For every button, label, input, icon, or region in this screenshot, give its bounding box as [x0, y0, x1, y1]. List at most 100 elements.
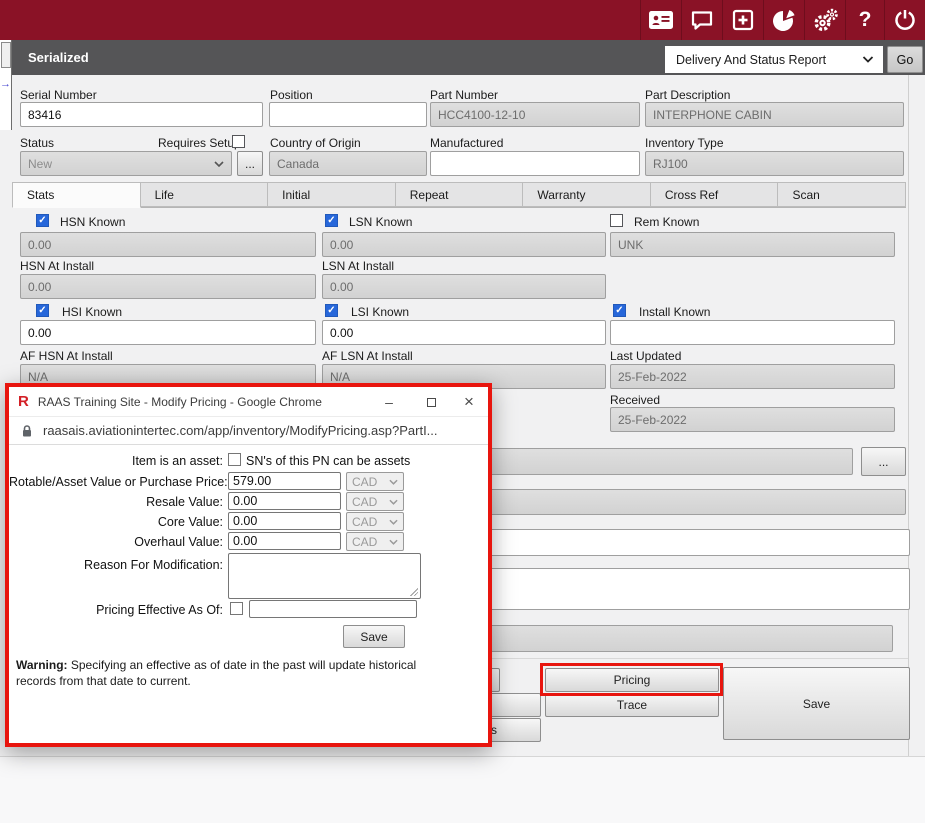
- rem-known-checkbox[interactable]: [610, 214, 623, 227]
- go-button[interactable]: Go: [887, 46, 923, 73]
- asset-label: Item is an asset:: [9, 454, 223, 468]
- lower-lookup-label: ...: [878, 455, 888, 469]
- report-dropdown[interactable]: Delivery And Status Report: [665, 46, 883, 73]
- effective-date-input[interactable]: [249, 600, 417, 618]
- install-known-checkbox[interactable]: ✓: [613, 304, 626, 317]
- asset-checkbox[interactable]: [228, 453, 241, 466]
- lsn-at-install-input: [322, 274, 606, 299]
- help-glyph: ?: [859, 8, 872, 32]
- overhaul-label: Overhaul Value:: [9, 535, 223, 549]
- tab-repeat[interactable]: Repeat: [396, 182, 524, 207]
- lock-icon: [21, 424, 33, 438]
- resale-currency-select: CAD: [346, 492, 404, 511]
- status-lookup-button[interactable]: ...: [237, 151, 263, 176]
- settings-gears-icon[interactable]: [804, 0, 845, 40]
- tab-warranty[interactable]: Warranty: [523, 182, 651, 207]
- pricing-button[interactable]: Pricing: [545, 668, 719, 692]
- effective-label: Pricing Effective As Of:: [9, 603, 223, 617]
- inventory-type-input: [645, 151, 904, 176]
- serial-number-input[interactable]: [20, 102, 263, 127]
- tab-stats[interactable]: Stats: [12, 182, 141, 208]
- overhaul-input[interactable]: [228, 532, 341, 550]
- popup-titlebar: R RAAS Training Site - Modify Pricing - …: [9, 387, 488, 417]
- help-icon[interactable]: ?: [845, 0, 884, 40]
- contact-card-icon[interactable]: [640, 0, 681, 40]
- sidebar-expand-arrow[interactable]: →: [0, 78, 11, 90]
- tab-cross-ref[interactable]: Cross Ref: [651, 182, 779, 207]
- trace-button[interactable]: Trace: [545, 693, 719, 717]
- rem-known-label: Rem Known: [634, 215, 699, 229]
- tab-bar: Stats Life Initial Repeat Warranty Cross…: [12, 182, 906, 208]
- hsn-known-checkbox[interactable]: ✓: [36, 214, 49, 227]
- add-window-icon[interactable]: [722, 0, 763, 40]
- resize-grip-icon[interactable]: [409, 587, 418, 596]
- lsi-known-checkbox[interactable]: ✓: [325, 304, 338, 317]
- page-footer-area: [0, 756, 925, 823]
- rem-known-input: [610, 232, 895, 257]
- popup-save-button[interactable]: Save: [343, 625, 405, 648]
- chevron-down-icon: [389, 519, 398, 525]
- hsn-at-install-input: [20, 274, 316, 299]
- country-of-origin-input: [269, 151, 427, 176]
- effective-checkbox[interactable]: [230, 602, 243, 615]
- raas-logo: R: [18, 394, 29, 409]
- rotable-input[interactable]: [228, 472, 341, 490]
- settings-gears-icon-svg: [812, 8, 839, 33]
- popup-url: raasais.aviationintertec.com/app/invento…: [43, 423, 438, 438]
- core-currency-select: CAD: [346, 512, 404, 531]
- last-updated-label: Last Updated: [610, 349, 681, 363]
- warning-body: Specifying an effective as of date in th…: [16, 658, 416, 688]
- received-label: Received: [610, 393, 660, 407]
- rotable-currency-value: CAD: [352, 475, 377, 489]
- lsi-known-input[interactable]: [322, 320, 606, 345]
- hsn-known-input: [20, 232, 316, 257]
- chat-icon-svg: [690, 8, 714, 32]
- lower-lookup-button[interactable]: ...: [861, 447, 906, 476]
- overhaul-currency-value: CAD: [352, 535, 377, 549]
- maximize-button[interactable]: [414, 387, 448, 417]
- close-button[interactable]: ×: [452, 387, 486, 417]
- part-number-label: Part Number: [430, 88, 498, 102]
- status-label: Status: [20, 136, 54, 150]
- tab-life[interactable]: Life: [141, 182, 269, 207]
- af-hsn-at-install-label: AF HSN At Install: [20, 349, 113, 363]
- popup-urlbar: raasais.aviationintertec.com/app/invento…: [9, 417, 488, 445]
- requires-setup-checkbox[interactable]: [232, 135, 245, 148]
- save-button[interactable]: Save: [723, 667, 910, 740]
- tab-initial[interactable]: Initial: [268, 182, 396, 207]
- minimize-button[interactable]: –: [372, 387, 406, 417]
- status-value: New: [28, 157, 52, 171]
- part-description-label: Part Description: [645, 88, 730, 102]
- chevron-down-icon: [389, 499, 398, 505]
- serial-number-label: Serial Number: [20, 88, 97, 102]
- resale-input[interactable]: [228, 492, 341, 510]
- reason-textarea[interactable]: [228, 553, 421, 599]
- hsi-known-checkbox[interactable]: ✓: [36, 304, 49, 317]
- position-input[interactable]: [269, 102, 427, 127]
- core-input[interactable]: [228, 512, 341, 530]
- chat-icon[interactable]: [681, 0, 722, 40]
- manufactured-input[interactable]: [430, 151, 640, 176]
- page: ? Serialized Delivery And Status Report …: [0, 0, 925, 823]
- tab-scan[interactable]: Scan: [778, 182, 906, 207]
- sidebar-collapsed-tab[interactable]: [1, 42, 11, 68]
- chevron-down-icon: [862, 56, 874, 63]
- power-icon[interactable]: [884, 0, 925, 40]
- trace-label: Trace: [617, 698, 647, 712]
- lsn-known-checkbox[interactable]: ✓: [325, 214, 338, 227]
- received-input: [610, 407, 895, 432]
- page-title: Serialized: [28, 50, 89, 65]
- popup-highlight-annotation: R RAAS Training Site - Modify Pricing - …: [5, 383, 492, 747]
- install-known-input[interactable]: [610, 320, 895, 345]
- manufactured-label: Manufactured: [430, 136, 503, 150]
- minimize-glyph: –: [385, 394, 393, 410]
- chevron-down-icon: [214, 161, 224, 167]
- popup-save-label: Save: [360, 630, 387, 644]
- save-label: Save: [803, 697, 830, 711]
- add-window-icon-svg: [732, 9, 754, 31]
- pie-chart-icon[interactable]: [763, 0, 804, 40]
- hsi-known-input[interactable]: [20, 320, 316, 345]
- resale-label: Resale Value:: [9, 495, 223, 509]
- chevron-down-icon: [389, 539, 398, 545]
- rotable-currency-select: CAD: [346, 472, 404, 491]
